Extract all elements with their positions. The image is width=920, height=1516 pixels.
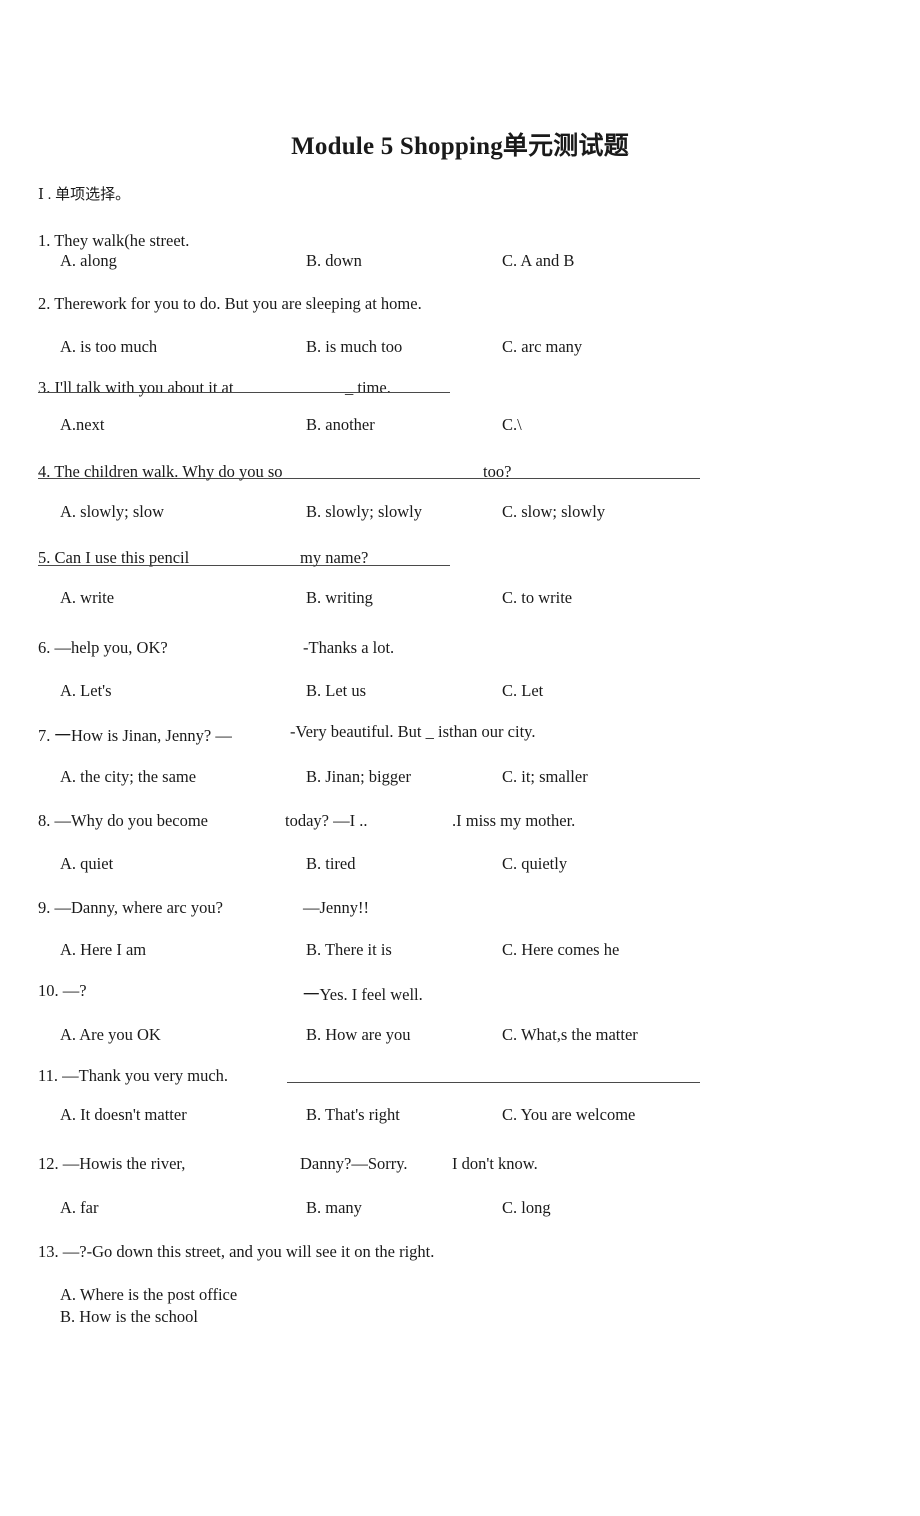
question-option[interactable]: C. long xyxy=(502,1198,551,1218)
question-stem: 7. ⼀How is Jinan, Jenny? — xyxy=(38,726,232,745)
question-stem-continuation: .I miss my mother. xyxy=(452,811,576,830)
question-option[interactable]: C. to write xyxy=(502,588,572,608)
question-option[interactable]: A. It doesn't matter xyxy=(60,1105,187,1125)
question-option[interactable]: C. What,s the matter xyxy=(502,1025,638,1045)
question-option[interactable]: B. tired xyxy=(306,854,356,874)
question-option[interactable]: C.\ xyxy=(502,415,522,435)
question-option[interactable]: B. There it is xyxy=(306,940,392,960)
question-option[interactable]: B. How is the school xyxy=(60,1307,198,1327)
question-option[interactable]: B. another xyxy=(306,415,375,435)
question-option[interactable]: A.next xyxy=(60,415,104,435)
question-stem-continuation: -Very beautiful. But _ isthan our city. xyxy=(290,722,536,741)
page-title: Module 5 Shopping单元测试题 xyxy=(291,133,629,160)
question-option[interactable]: B. is much too xyxy=(306,337,402,357)
question-stem-continuation: —Jenny!! xyxy=(303,898,369,917)
question-option[interactable]: B. Jinan; bigger xyxy=(306,767,411,787)
question-option[interactable]: A. is too much xyxy=(60,337,157,357)
question-option[interactable]: C. it; smaller xyxy=(502,767,588,787)
question-stem: 12. —Howis the river, xyxy=(38,1154,186,1173)
question-option[interactable]: A. Are you OK xyxy=(60,1025,161,1045)
question-option[interactable]: C. You are welcome xyxy=(502,1105,635,1125)
question-option[interactable]: B. down xyxy=(306,251,362,271)
question-stem-continuation: -Thanks a lot. xyxy=(303,638,395,657)
question-option[interactable]: B. Let us xyxy=(306,681,366,701)
question-option[interactable]: C. A and B xyxy=(502,251,574,271)
question-option[interactable]: B. many xyxy=(306,1198,362,1218)
question-option[interactable]: A. slowly; slow xyxy=(60,502,164,522)
question-stem: 13. —?-Go down this street, and you will… xyxy=(38,1242,435,1261)
question-stem: 4. The children walk. Why do you so xyxy=(38,462,283,481)
question-option[interactable]: B. That's right xyxy=(306,1105,400,1125)
answer-blank-rule xyxy=(38,392,450,393)
question-option[interactable]: A. the city; the same xyxy=(60,767,196,787)
question-option[interactable]: A. Here I am xyxy=(60,940,146,960)
question-stem: 6. —help you, OK? xyxy=(38,638,168,657)
question-option[interactable]: B. How are you xyxy=(306,1025,410,1045)
question-stem-continuation: too? xyxy=(483,462,512,481)
question-option[interactable]: C. quietly xyxy=(502,854,567,874)
answer-blank-rule xyxy=(38,478,700,479)
question-stem-continuation: today? —I .. xyxy=(285,811,368,830)
question-stem: 10. —? xyxy=(38,981,87,1000)
question-option[interactable]: C. Let xyxy=(502,681,543,701)
question-option[interactable]: B. slowly; slowly xyxy=(306,502,422,522)
question-option[interactable]: A. Let's xyxy=(60,681,112,701)
question-stem-continuation: Danny?—Sorry. xyxy=(300,1154,408,1173)
section-heading: Ⅰ . 单项选择。 xyxy=(38,187,131,203)
question-stem: 3. I'll talk with you about it at xyxy=(38,378,234,397)
question-stem-continuation: ⼀Yes. I feel well. xyxy=(303,985,423,1004)
question-option[interactable]: C. Here comes he xyxy=(502,940,619,960)
question-option[interactable]: C. slow; slowly xyxy=(502,502,605,522)
question-option[interactable]: A. along xyxy=(60,251,117,271)
question-option[interactable]: C. arc many xyxy=(502,337,582,357)
question-stem-continuation: I don't know. xyxy=(452,1154,538,1173)
question-option[interactable]: A. quiet xyxy=(60,854,113,874)
answer-blank-rule xyxy=(287,1082,700,1083)
question-option[interactable]: B. writing xyxy=(306,588,373,608)
question-stem: 2. Therework for you to do. But you are … xyxy=(38,294,422,313)
question-stem: 8. —Why do you become xyxy=(38,811,209,830)
question-option[interactable]: A. Where is the post office xyxy=(60,1285,237,1305)
question-stem-continuation: _ time. xyxy=(345,378,391,397)
document-page: Module 5 Shopping单元测试题 Ⅰ . 单项选择。 1. They… xyxy=(0,0,920,1516)
question-stem: 9. —Danny, where arc you? xyxy=(38,898,223,917)
question-option[interactable]: A. write xyxy=(60,588,114,608)
answer-blank-rule xyxy=(38,565,450,566)
question-stem: 1. They walk(he street. xyxy=(38,231,190,250)
question-option[interactable]: A. far xyxy=(60,1198,98,1218)
question-stem: 11. —Thank you very much. xyxy=(38,1066,229,1085)
